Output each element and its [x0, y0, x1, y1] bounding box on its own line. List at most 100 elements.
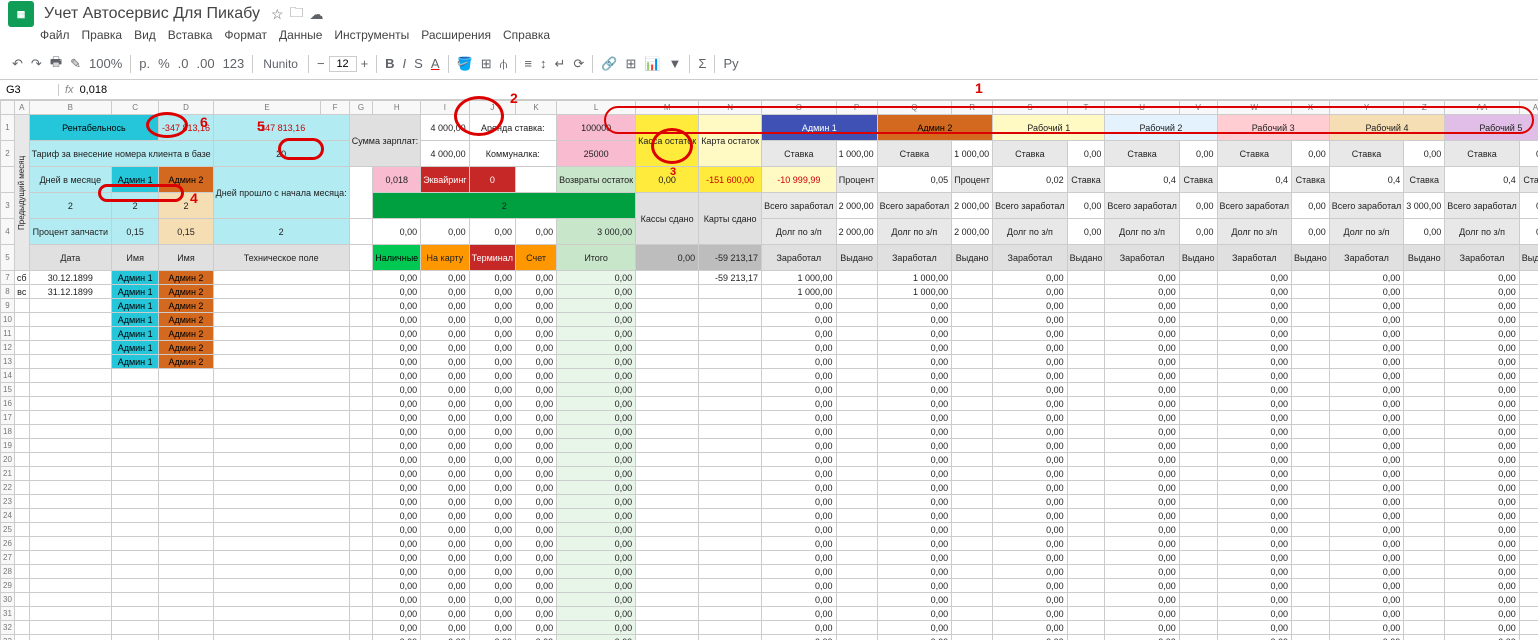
a2-name[interactable]: Админ 2: [159, 313, 213, 327]
a2-name[interactable]: Админ 2: [159, 271, 213, 285]
col-AB[interactable]: AB: [1519, 101, 1538, 115]
row-header[interactable]: 33: [1, 635, 15, 641]
row-header[interactable]: 2: [1, 141, 15, 167]
stavka-v-5[interactable]: 0,00: [1404, 141, 1445, 167]
cell[interactable]: [1292, 285, 1330, 299]
cell[interactable]: [1519, 271, 1538, 285]
cell[interactable]: [1179, 313, 1217, 327]
col-M[interactable]: M: [636, 101, 699, 115]
col-B[interactable]: B: [29, 101, 112, 115]
col-T[interactable]: T: [1067, 101, 1105, 115]
cell[interactable]: [1404, 271, 1445, 285]
col-U[interactable]: U: [1105, 101, 1179, 115]
cell[interactable]: [1067, 341, 1105, 355]
col-R[interactable]: R: [952, 101, 993, 115]
row-header[interactable]: 16: [1, 397, 15, 411]
pct-v-2[interactable]: 0,4: [1105, 167, 1179, 193]
row-header[interactable]: 26: [1, 537, 15, 551]
row-header[interactable]: 5: [1, 245, 15, 271]
row-header[interactable]: 8: [1, 285, 15, 299]
merge-icon[interactable]: ⫛: [500, 56, 508, 72]
cell[interactable]: [952, 313, 993, 327]
a1-name[interactable]: Админ 1: [112, 355, 159, 369]
row-header[interactable]: 27: [1, 551, 15, 565]
menu-format[interactable]: Формат: [224, 28, 267, 48]
row-header[interactable]: 21: [1, 467, 15, 481]
dec-font-icon[interactable]: −: [317, 56, 325, 71]
row-header[interactable]: 28: [1, 565, 15, 579]
cell[interactable]: [952, 355, 993, 369]
menu-data[interactable]: Данные: [279, 28, 322, 48]
row-header[interactable]: 4: [1, 219, 15, 245]
col-E[interactable]: E: [213, 101, 321, 115]
col-A[interactable]: A: [14, 101, 29, 115]
dec-dec-icon[interactable]: .0: [178, 56, 189, 71]
cell[interactable]: [952, 271, 993, 285]
cell[interactable]: [1404, 327, 1445, 341]
col-C[interactable]: C: [112, 101, 159, 115]
col-Z[interactable]: Z: [1404, 101, 1445, 115]
wrap-icon[interactable]: ↵: [554, 56, 565, 72]
col-X[interactable]: X: [1292, 101, 1330, 115]
cell[interactable]: [836, 271, 877, 285]
percent-icon[interactable]: %: [158, 56, 170, 71]
col-Q[interactable]: Q: [877, 101, 951, 115]
row-header[interactable]: 1: [1, 115, 15, 141]
cell[interactable]: [836, 327, 877, 341]
redo-icon[interactable]: ↷: [31, 56, 42, 72]
a1-name[interactable]: Админ 1: [112, 341, 159, 355]
cell[interactable]: [1292, 299, 1330, 313]
comment-icon[interactable]: ⊞: [625, 56, 636, 72]
cell[interactable]: [1519, 299, 1538, 313]
paint-icon[interactable]: ✎: [70, 56, 81, 72]
cell[interactable]: [836, 299, 877, 313]
star-icon[interactable]: ☆: [271, 6, 284, 23]
cell[interactable]: [1519, 313, 1538, 327]
row-header[interactable]: 7: [1, 271, 15, 285]
chart-icon[interactable]: 📊: [644, 56, 660, 72]
komm-v[interactable]: 25000: [557, 141, 636, 167]
row-header[interactable]: 13: [1, 355, 15, 369]
cell[interactable]: [1404, 341, 1445, 355]
cell[interactable]: [1404, 299, 1445, 313]
menu-file[interactable]: Файл: [40, 28, 70, 48]
cell[interactable]: [1519, 341, 1538, 355]
a1-name[interactable]: Админ 1: [112, 285, 159, 299]
zoom[interactable]: 100%: [89, 56, 122, 71]
strike-icon[interactable]: S: [414, 56, 423, 71]
cell[interactable]: [1067, 285, 1105, 299]
pct-v-1[interactable]: 0,02: [993, 167, 1067, 193]
row-header[interactable]: 22: [1, 481, 15, 495]
cell[interactable]: [952, 341, 993, 355]
col-S[interactable]: S: [993, 101, 1067, 115]
a2-name[interactable]: Админ 2: [159, 355, 213, 369]
col-I[interactable]: I: [421, 101, 469, 115]
col-W[interactable]: W: [1217, 101, 1291, 115]
row-header[interactable]: 32: [1, 621, 15, 635]
a2-name[interactable]: Админ 2: [159, 285, 213, 299]
prz1[interactable]: 0,15: [112, 219, 159, 245]
text-color-icon[interactable]: A: [431, 56, 440, 71]
arenda-v[interactable]: 100000: [557, 115, 636, 141]
row-header[interactable]: 31: [1, 607, 15, 621]
stavka-v-0[interactable]: 1 000,00: [836, 141, 877, 167]
col-O[interactable]: O: [762, 101, 836, 115]
cell[interactable]: [1292, 271, 1330, 285]
a1-name[interactable]: Админ 1: [112, 299, 159, 313]
cell[interactable]: [836, 285, 877, 299]
cell[interactable]: [1067, 327, 1105, 341]
a1-name[interactable]: Админ 1: [112, 271, 159, 285]
print-icon[interactable]: 🖶: [50, 53, 62, 75]
prz2[interactable]: 0,15: [159, 219, 213, 245]
font-select[interactable]: Nunito: [257, 57, 304, 71]
row-header[interactable]: 24: [1, 509, 15, 523]
col-H[interactable]: H: [373, 101, 421, 115]
row-header[interactable]: 23: [1, 495, 15, 509]
pct-v-4[interactable]: 0,4: [1329, 167, 1403, 193]
cell[interactable]: [952, 285, 993, 299]
col-K[interactable]: K: [516, 101, 557, 115]
cell[interactable]: [1292, 355, 1330, 369]
a1-name[interactable]: Админ 1: [112, 327, 159, 341]
bold-icon[interactable]: B: [385, 56, 394, 71]
col-J[interactable]: J: [469, 101, 515, 115]
